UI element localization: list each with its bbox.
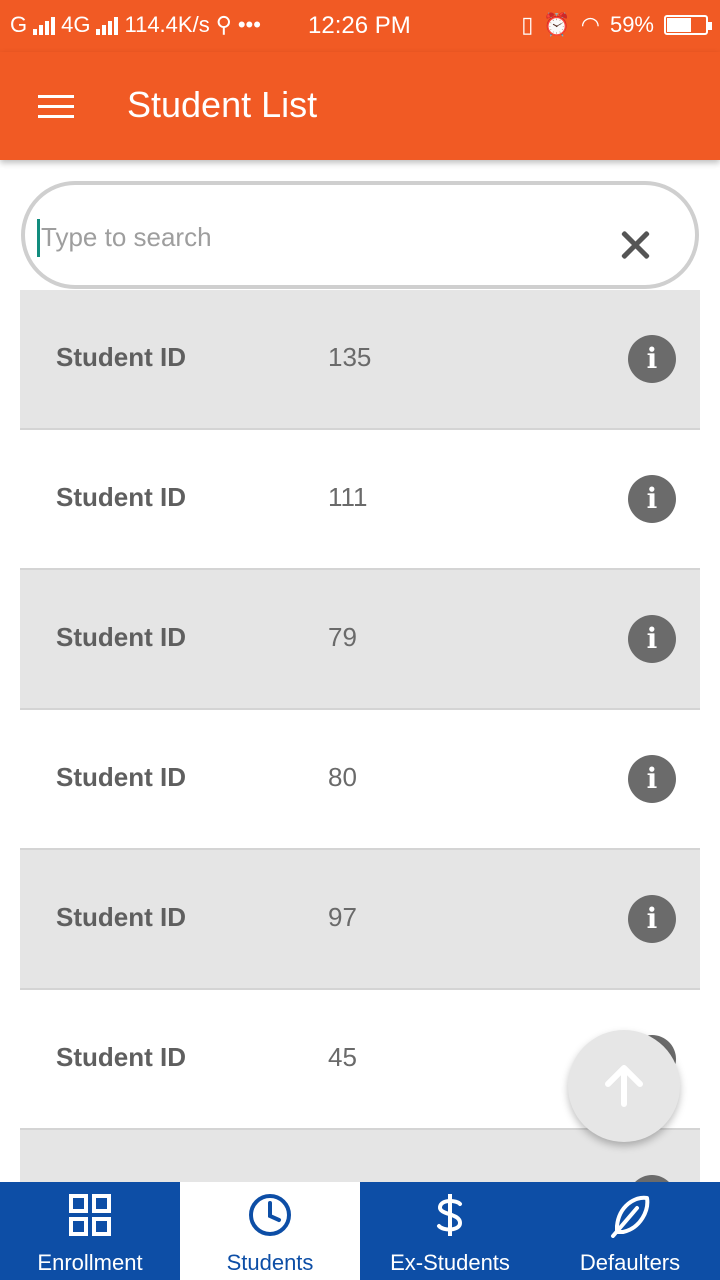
more-notifications-icon: ••• bbox=[237, 12, 261, 37]
tab-students[interactable]: Students bbox=[180, 1182, 360, 1280]
student-id-label: Student ID bbox=[56, 482, 186, 512]
network-type-label: G bbox=[10, 12, 28, 37]
list-item[interactable]: Student ID 79 i bbox=[20, 570, 700, 710]
tab-defaulters[interactable]: Defaulters bbox=[540, 1182, 720, 1280]
tab-label: Students bbox=[226, 1250, 314, 1275]
grid-icon bbox=[69, 1194, 111, 1236]
wifi-icon: ◠ bbox=[580, 12, 600, 37]
search-input[interactable] bbox=[39, 213, 603, 261]
status-left: G 4G 114.4K/s ⚲ ••• bbox=[10, 12, 261, 38]
info-icon[interactable]: i bbox=[628, 895, 676, 943]
list-item[interactable]: Student ID 97 i bbox=[20, 850, 700, 990]
student-id-value: 45 bbox=[328, 1042, 357, 1072]
network-speed: 114.4K/s bbox=[124, 12, 210, 37]
student-id-label: Student ID bbox=[56, 1042, 186, 1072]
clock-icon bbox=[249, 1194, 291, 1236]
tab-label: Defaulters bbox=[579, 1250, 681, 1275]
signal-strength-4g-icon bbox=[96, 15, 119, 35]
tab-label: Ex-Students bbox=[390, 1250, 510, 1275]
arrow-up-icon bbox=[605, 1065, 643, 1107]
info-icon[interactable]: i bbox=[628, 615, 676, 663]
list-item[interactable]: Student ID 80 i bbox=[20, 710, 700, 850]
usb-icon: ⚲ bbox=[215, 12, 232, 37]
student-id-value: 97 bbox=[328, 902, 357, 932]
feather-icon bbox=[611, 1195, 650, 1238]
status-bar: G 4G 114.4K/s ⚲ ••• 12:26 PM ▯ ⏰ ◠ 59% bbox=[0, 0, 720, 52]
student-id-value: 111 bbox=[328, 482, 368, 512]
alarm-icon: ⏰ bbox=[543, 12, 571, 37]
network-4g-label: 4G bbox=[61, 12, 91, 37]
student-id-value: 135 bbox=[328, 342, 372, 372]
student-id-value: 80 bbox=[328, 762, 357, 792]
info-icon[interactable]: i bbox=[628, 755, 676, 803]
vibrate-icon: ▯ bbox=[521, 12, 534, 37]
tab-label: Enrollment bbox=[37, 1250, 143, 1275]
tab-enrollment[interactable]: Enrollment bbox=[0, 1182, 180, 1280]
dollar-icon bbox=[437, 1194, 463, 1236]
signal-strength-icon bbox=[33, 15, 56, 35]
menu-icon[interactable] bbox=[38, 95, 74, 119]
student-id-label: Student ID bbox=[56, 342, 186, 372]
app-bar: Student List bbox=[0, 52, 720, 160]
list-item[interactable]: Student ID 135 i bbox=[20, 290, 700, 430]
page-title: Student List bbox=[127, 84, 318, 125]
status-right: ▯ ⏰ ◠ 59% bbox=[521, 12, 712, 38]
search-box bbox=[21, 181, 699, 289]
student-id-label: Student ID bbox=[56, 902, 186, 932]
list-item[interactable]: Student ID 111 i bbox=[20, 430, 700, 570]
student-id-value: 79 bbox=[328, 622, 357, 652]
student-id-label: Student ID bbox=[56, 622, 186, 652]
bottom-navigation: Enrollment Students Ex-Students Defaulte… bbox=[0, 1182, 720, 1280]
info-icon[interactable]: i bbox=[628, 475, 676, 523]
info-icon[interactable]: i bbox=[628, 335, 676, 383]
list-item-partial[interactable]: i bbox=[20, 1130, 700, 1182]
close-icon[interactable] bbox=[619, 229, 651, 261]
scroll-to-top-button[interactable] bbox=[568, 1030, 680, 1142]
tab-ex-students[interactable]: Ex-Students bbox=[360, 1182, 540, 1280]
status-time: 12:26 PM bbox=[308, 12, 411, 39]
info-icon[interactable]: i bbox=[628, 1175, 676, 1182]
student-id-label: Student ID bbox=[56, 762, 186, 792]
battery-icon bbox=[664, 15, 712, 35]
battery-percent: 59% bbox=[609, 12, 654, 37]
